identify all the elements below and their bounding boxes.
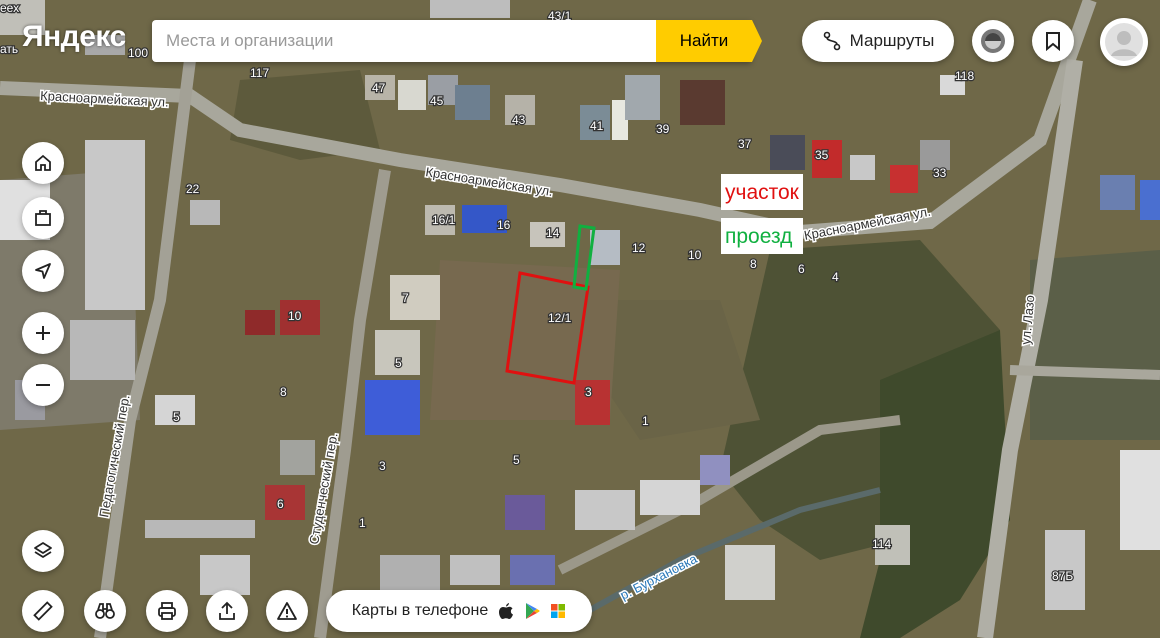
google-play-icon [526, 603, 540, 619]
print-button[interactable] [146, 590, 188, 632]
user-icon [1105, 23, 1143, 61]
share-button[interactable] [206, 590, 248, 632]
house-number: 117 [250, 66, 269, 80]
house-number: 39 [656, 122, 670, 136]
house-number: 7 [402, 291, 409, 305]
user-avatar[interactable] [1100, 18, 1148, 66]
driveway-label: проезд [725, 225, 792, 248]
warning-icon [277, 602, 297, 620]
house-number: 100 [128, 46, 148, 60]
house-number: 35 [815, 148, 829, 162]
briefcase-icon [35, 210, 51, 226]
house-number: 37 [738, 137, 752, 151]
satellite-map[interactable]: Красноармейская ул. Красноармейская ул. … [0, 0, 1160, 638]
house-number: 10 [288, 309, 302, 323]
house-number: 6 [277, 497, 284, 511]
report-error-button[interactable] [266, 590, 308, 632]
ruler-button[interactable] [22, 590, 64, 632]
work-button[interactable] [22, 197, 64, 239]
house-number: 45 [430, 94, 444, 108]
house-number: 43 [512, 113, 526, 127]
road-side [1009, 365, 1160, 380]
minus-icon [36, 384, 50, 386]
mobile-app-button[interactable]: Карты в телефоне [326, 590, 592, 632]
house-number: 87Б [1052, 569, 1073, 583]
house-number: 3 [585, 385, 592, 399]
layers-preview-button[interactable] [972, 20, 1014, 62]
house-number: 5 [513, 453, 520, 467]
house-number: 14 [546, 226, 560, 240]
house-number: 6 [798, 262, 805, 276]
house-number: 47 [372, 81, 386, 95]
printer-icon [158, 602, 176, 620]
house-number: 16/1 [432, 213, 456, 227]
house-number: 22 [186, 182, 200, 196]
house-number: 3 [379, 459, 386, 473]
copyright-fragment: ать [0, 42, 18, 56]
traffic-icon [981, 29, 1005, 53]
search-button[interactable]: Найти [656, 20, 762, 62]
house-number: 33 [933, 166, 947, 180]
route-icon [823, 31, 840, 51]
apple-icon [499, 603, 514, 619]
ruler-icon [33, 601, 53, 621]
house-number: 8 [750, 257, 757, 271]
routes-label: Маршруты [849, 31, 935, 50]
layers-icon [34, 542, 52, 558]
plot-label: участок [725, 181, 800, 204]
house-number: 118 [955, 69, 974, 83]
panorama-button[interactable] [84, 590, 126, 632]
search-input[interactable] [152, 20, 656, 62]
house-number: 1 [359, 516, 366, 530]
bookmarks-button[interactable] [1032, 20, 1074, 62]
house-number: 5 [395, 356, 402, 370]
home-icon [35, 154, 51, 171]
house-number: 114 [872, 537, 891, 551]
house-number: 1 [642, 414, 649, 428]
house-number: 10 [688, 248, 702, 262]
my-location-button[interactable] [22, 250, 64, 292]
windows-icon [551, 604, 566, 618]
zoom-out-button[interactable] [22, 364, 64, 406]
routes-button[interactable]: Маршруты [802, 20, 954, 62]
binoculars-icon [95, 603, 115, 619]
house-number: 4 [832, 270, 839, 284]
bookmark-icon [1046, 32, 1060, 51]
map-layers-button[interactable] [22, 530, 64, 572]
share-icon [219, 601, 235, 620]
house-number: 5 [173, 410, 180, 424]
mobile-app-label: Карты в телефоне [351, 602, 489, 619]
yandex-logo[interactable]: Яндекс [22, 20, 126, 54]
home-button[interactable] [22, 142, 64, 184]
house-number: 16 [497, 218, 511, 232]
top-left-fragment: еех [0, 1, 19, 15]
zoom-in-button[interactable] [22, 312, 64, 354]
house-number: 12 [632, 241, 646, 255]
house-number: 41 [590, 119, 604, 133]
location-arrow-icon [35, 263, 51, 279]
search-bar: Найти [152, 20, 762, 62]
house-number: 8 [280, 385, 287, 399]
house-number: 12/1 [548, 311, 572, 325]
plus-icon [36, 326, 50, 340]
